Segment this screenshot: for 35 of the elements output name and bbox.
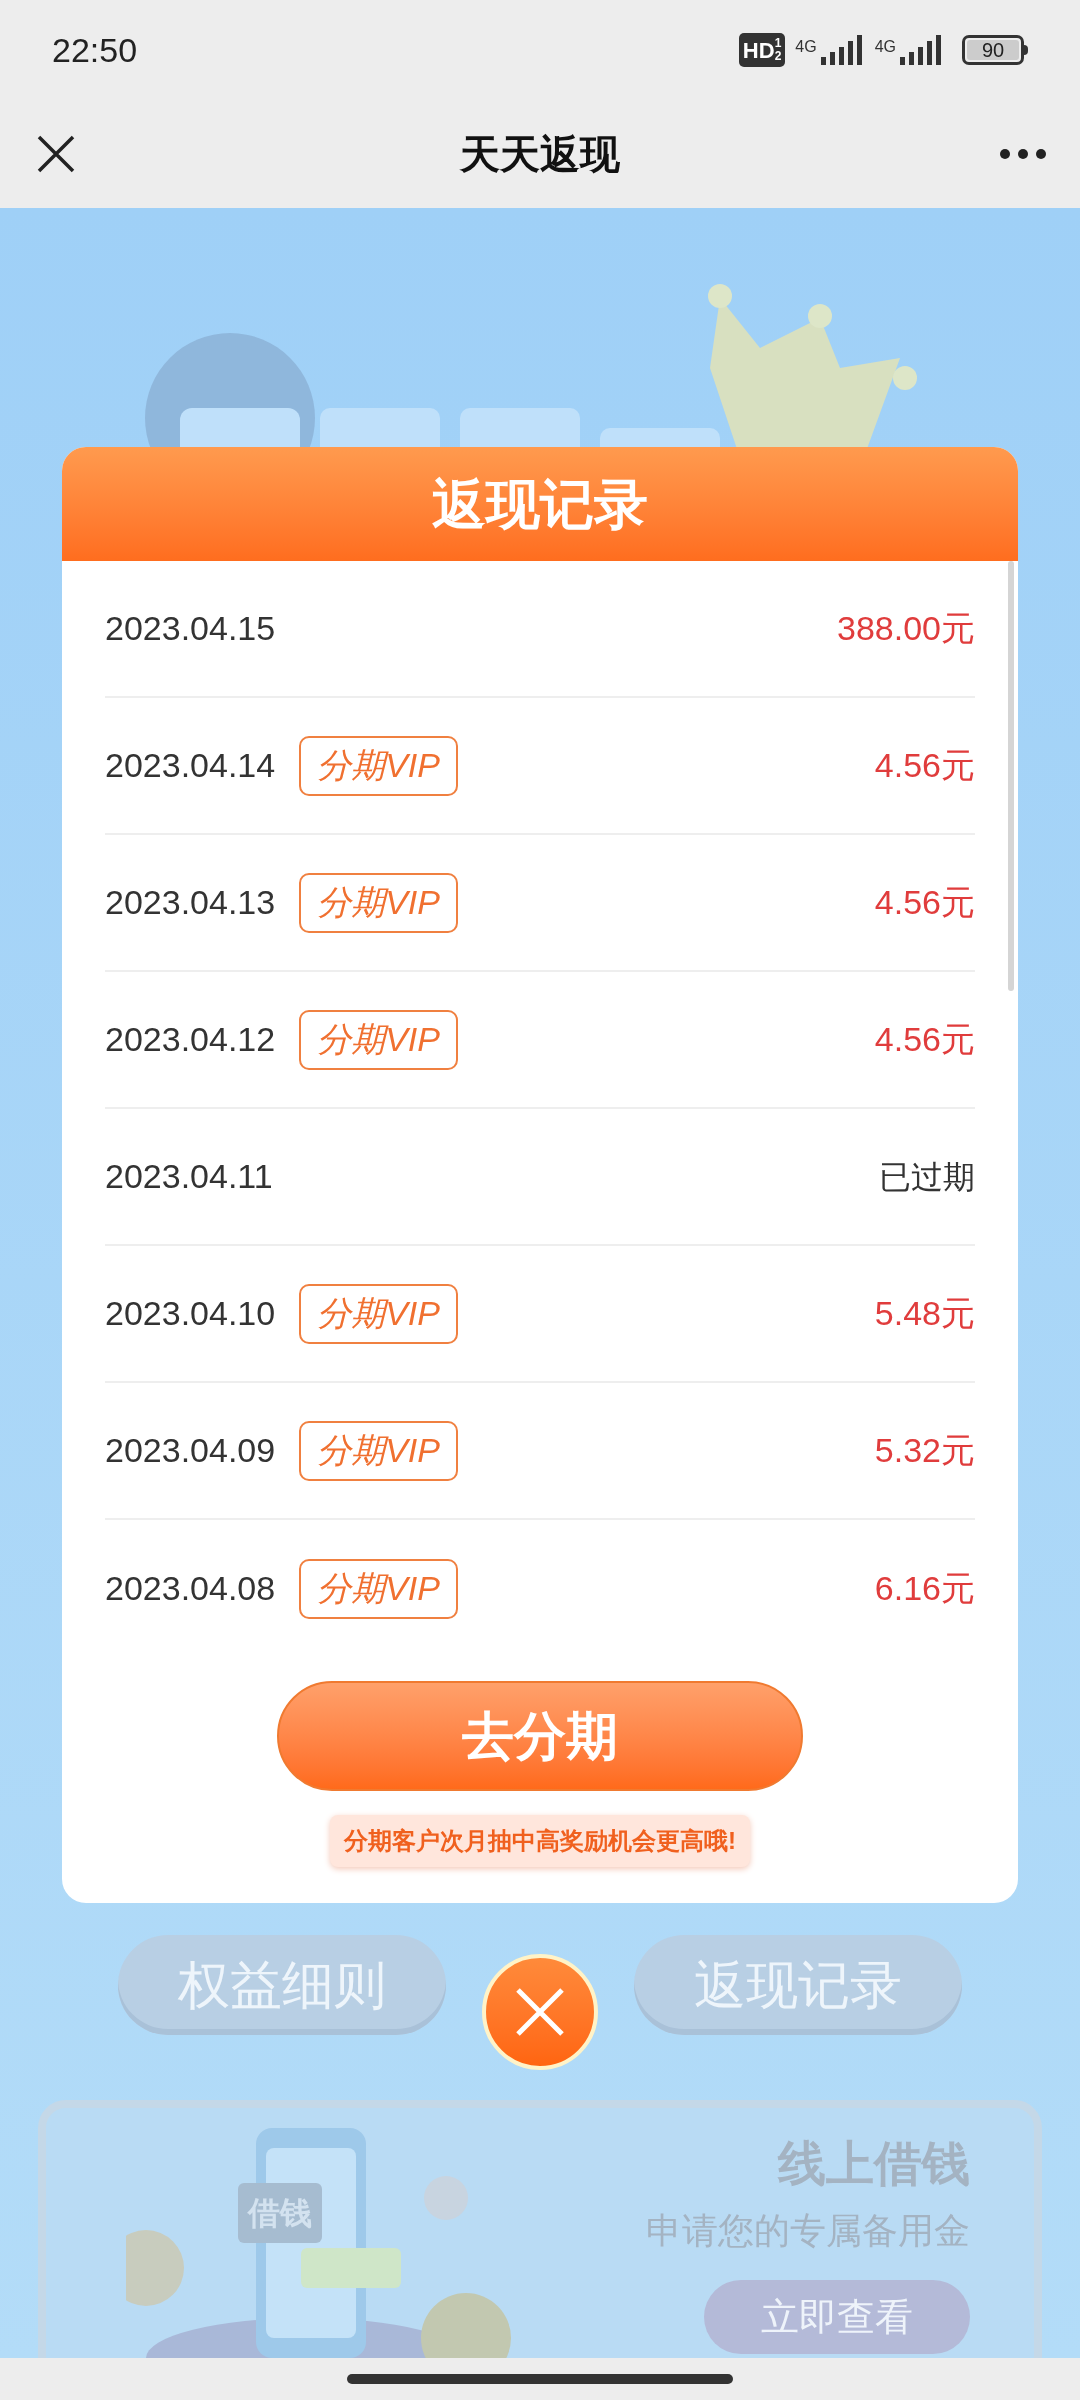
amount-text: 5.48元: [874, 1293, 975, 1334]
installment-button[interactable]: 去分期: [277, 1681, 803, 1791]
signal-icon: [818, 35, 865, 65]
tip-text: 分期客户次月抽中高奖励机会更高哦!: [330, 1815, 750, 1867]
amount-text: 388.00元: [837, 608, 975, 649]
vip-tag: 分期VIP: [299, 872, 458, 933]
vip-tag: 分期VIP: [299, 1009, 458, 1070]
page-title: 天天返现: [460, 131, 620, 178]
close-icon: [515, 1987, 565, 2037]
clock-time: 22:50: [52, 29, 138, 71]
vip-tag: 分期VIP: [299, 1558, 458, 1619]
amount-text: 4.56元: [874, 882, 975, 923]
record-date: 2023.04.14: [105, 745, 276, 786]
vip-tag: 分期VIP: [299, 1420, 458, 1481]
record-date: 2023.04.13: [105, 882, 276, 923]
status-text: 已过期: [879, 1157, 975, 1197]
close-icon: [36, 134, 76, 174]
network-label: 4G: [874, 37, 896, 57]
dialog-title: 返现记录: [62, 447, 1018, 561]
record-date: 2023.04.11: [105, 1156, 273, 1197]
record-date: 2023.04.15: [105, 608, 276, 649]
view-button[interactable]: 立即查看: [704, 2280, 970, 2354]
record-date: 2023.04.09: [105, 1430, 276, 1471]
scrollbar[interactable]: [1008, 561, 1014, 991]
amount-text: 4.56元: [874, 745, 975, 786]
vip-tag: 分期VIP: [299, 1283, 458, 1344]
amount-text: 4.56元: [874, 1019, 975, 1060]
signal-icon: [898, 35, 944, 65]
vip-tag: 分期VIP: [299, 735, 458, 796]
record-date: 2023.04.12: [105, 1019, 276, 1060]
record-date: 2023.04.08: [105, 1568, 276, 1609]
network-label: 4G: [795, 37, 817, 57]
record-date: 2023.04.10: [105, 1293, 276, 1334]
amount-text: 5.32元: [874, 1430, 975, 1471]
amount-text: 6.16元: [874, 1568, 975, 1609]
